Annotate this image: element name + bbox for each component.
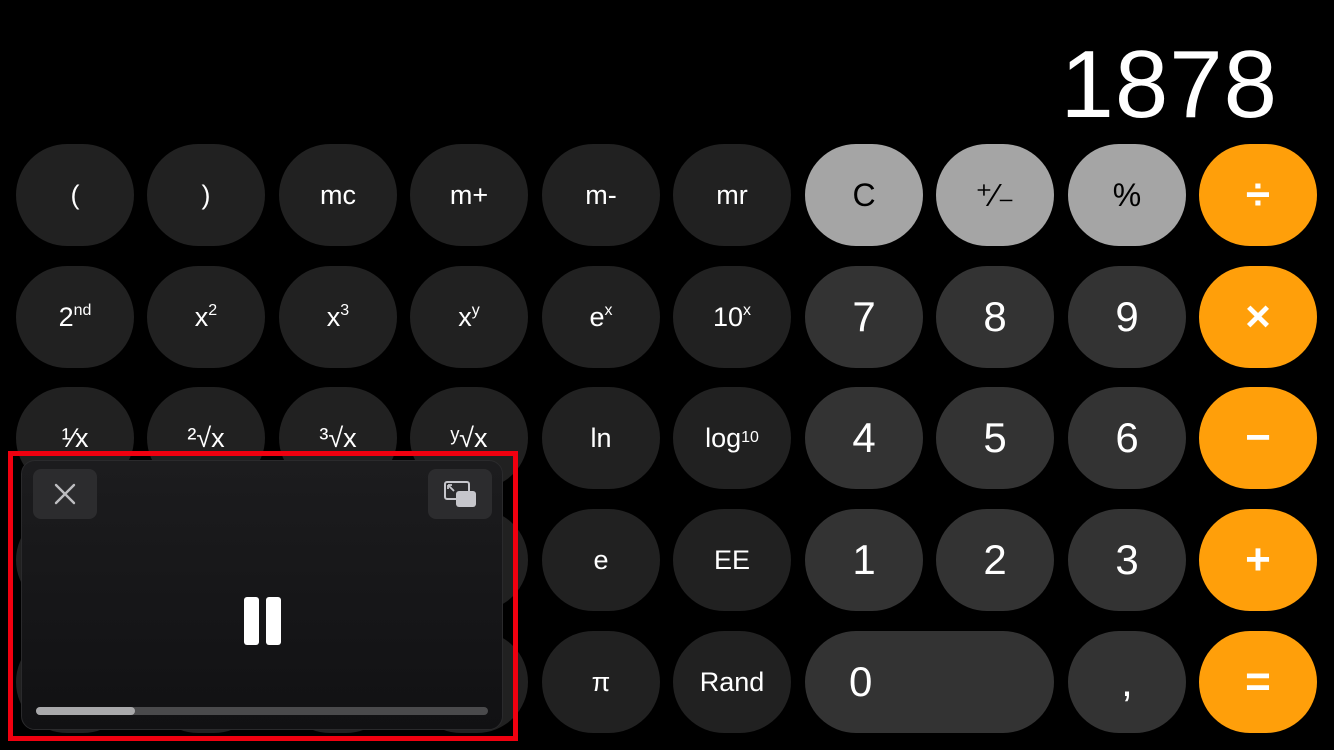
playback-progress-bar[interactable] (36, 707, 488, 715)
key-)[interactable]: ) (147, 144, 265, 246)
key-label: m- (585, 179, 617, 210)
key-5[interactable]: 5 (936, 387, 1054, 489)
key-EE[interactable]: EE (673, 509, 791, 611)
key-superscript: y (471, 302, 480, 319)
key-label: 1 (852, 536, 876, 583)
key-label: x (194, 301, 209, 332)
key-superscript: nd (73, 302, 92, 319)
key-⁺∕₋[interactable]: ⁺∕₋ (936, 144, 1054, 246)
pause-icon-bar (266, 597, 281, 645)
key-label: ÷ (1245, 170, 1271, 219)
key-label: ³√x (319, 422, 357, 453)
key-label: ⁺∕₋ (975, 177, 1015, 213)
key-8[interactable]: 8 (936, 266, 1054, 368)
key-label: ln (590, 422, 612, 453)
key-label: ¹∕x (61, 422, 89, 453)
calculator-display: 1878 (1060, 31, 1278, 138)
key-label: 2 (58, 301, 74, 332)
key-1[interactable]: 1 (805, 509, 923, 611)
key-10[interactable]: 10 x (673, 266, 791, 368)
picture-in-picture-restore-icon (444, 481, 476, 507)
pip-restore-button[interactable] (428, 469, 492, 519)
pip-close-button[interactable] (33, 469, 97, 519)
key-label: ( (70, 179, 80, 210)
key-label: 3 (1115, 536, 1139, 583)
key-,[interactable]: , (1068, 631, 1186, 733)
key-label: 8 (983, 293, 1007, 340)
key-superscript: 3 (340, 302, 350, 319)
pause-button[interactable] (244, 597, 282, 645)
key-label: EE (713, 544, 751, 575)
key-=[interactable]: = (1199, 631, 1317, 733)
key-superscript: x (604, 302, 613, 319)
playback-progress-fill (36, 707, 136, 715)
close-icon (54, 483, 76, 505)
key-e[interactable]: ex (542, 266, 660, 368)
key-ln[interactable]: ln (542, 387, 660, 489)
key-label: e (589, 301, 605, 332)
key-label: ʸ√x (450, 422, 488, 453)
key-label: x (458, 301, 472, 332)
key-label: 7 (852, 293, 876, 340)
key-label: × (1245, 292, 1271, 341)
key-subscript: 10 (741, 429, 759, 446)
pause-icon (244, 597, 259, 645)
key-%[interactable]: % (1068, 144, 1186, 246)
key-label: 2 (983, 536, 1007, 583)
key-C[interactable]: C (805, 144, 923, 246)
key-label: m+ (449, 179, 489, 210)
key-superscript: 2 (208, 302, 218, 319)
key-superscript: x (743, 302, 752, 319)
key-([interactable]: ( (16, 144, 134, 246)
key-label: mc (320, 179, 356, 210)
key-log[interactable]: log 10 (673, 387, 791, 489)
key-9[interactable]: 9 (1068, 266, 1186, 368)
key-label: log (705, 422, 742, 453)
key-label: C (852, 176, 876, 213)
key-m-[interactable]: m- (542, 144, 660, 246)
key-label: 6 (1115, 414, 1139, 461)
key-label: x (326, 301, 341, 332)
key-6[interactable]: 6 (1068, 387, 1186, 489)
key-x[interactable]: xy (410, 266, 528, 368)
key-e[interactable]: e (542, 509, 660, 611)
key-3[interactable]: 3 (1068, 509, 1186, 611)
key-label: 0 (849, 658, 873, 705)
key-x[interactable]: x3 (279, 266, 397, 368)
key-0[interactable]: 0 (805, 631, 1054, 733)
key-Rand[interactable]: Rand (673, 631, 791, 733)
key-label: 5 (983, 414, 1007, 461)
key-label: ²√x (187, 422, 225, 453)
key-label: mr (716, 179, 748, 210)
key-+[interactable]: + (1199, 509, 1317, 611)
key-÷[interactable]: ÷ (1199, 144, 1317, 246)
key-label: , (1121, 658, 1133, 705)
key-label: = (1245, 657, 1271, 706)
key-label: 9 (1115, 293, 1139, 340)
key-label: − (1245, 413, 1271, 462)
key-m+[interactable]: m+ (410, 144, 528, 246)
key-π[interactable]: π (542, 631, 660, 733)
key-2[interactable]: 2nd (16, 266, 134, 368)
key-label: 4 (852, 414, 876, 461)
key-4[interactable]: 4 (805, 387, 923, 489)
key-mr[interactable]: mr (673, 144, 791, 246)
key-2[interactable]: 2 (936, 509, 1054, 611)
key-label: + (1245, 535, 1271, 584)
key-label: Rand (699, 666, 765, 697)
key-−[interactable]: − (1199, 387, 1317, 489)
key-label: π (591, 666, 611, 697)
key-label: 10 (712, 301, 744, 332)
key-×[interactable]: × (1199, 266, 1317, 368)
key-label: ) (201, 179, 211, 210)
key-x[interactable]: x2 (147, 266, 265, 368)
picture-in-picture-player[interactable] (21, 460, 503, 730)
key-mc[interactable]: mc (279, 144, 397, 246)
key-7[interactable]: 7 (805, 266, 923, 368)
key-label: % (1112, 176, 1142, 213)
key-label: e (593, 544, 609, 575)
